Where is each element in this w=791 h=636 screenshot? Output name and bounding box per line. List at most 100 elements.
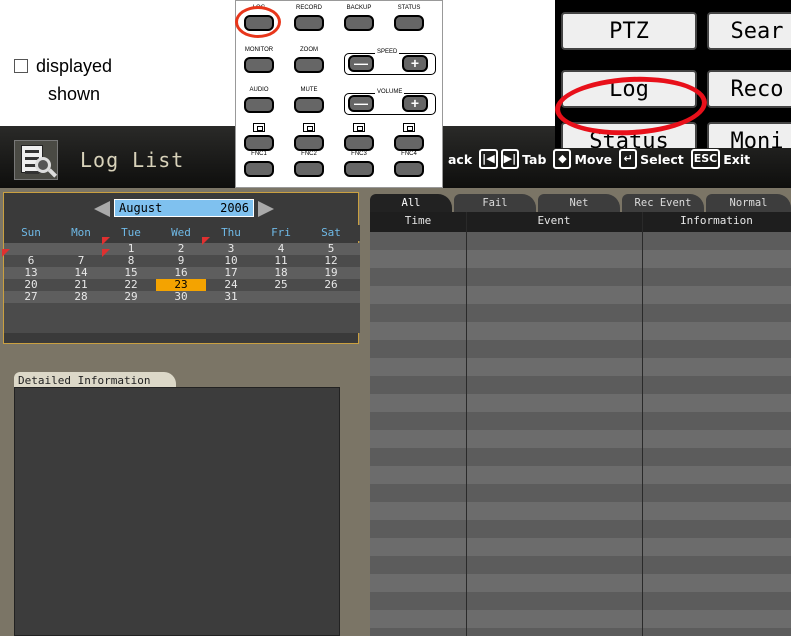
menu-sear-button[interactable]: Sear — [707, 12, 791, 50]
remote-split-button[interactable] — [394, 135, 424, 151]
speed-group-minus-button[interactable]: — — [348, 55, 374, 72]
remote-audio-button[interactable] — [244, 97, 274, 113]
month-year-selector[interactable]: August 2006 — [114, 199, 254, 217]
weekday-label: Sun — [21, 226, 41, 239]
volume-group-minus-button[interactable]: — — [348, 95, 374, 112]
remote-fnc1-button[interactable] — [244, 161, 274, 177]
table-row[interactable] — [370, 430, 791, 448]
table-row[interactable] — [370, 340, 791, 358]
prev-tab-key-icon: |◀ — [479, 149, 498, 169]
table-row[interactable] — [370, 520, 791, 538]
log-search-icon — [14, 140, 58, 180]
menu-moni-button[interactable]: Moni — [707, 122, 791, 148]
tab-net[interactable]: Net — [538, 194, 620, 212]
remote-status-button[interactable] — [394, 15, 424, 31]
table-row[interactable] — [370, 394, 791, 412]
note-line-1: displayed — [36, 56, 113, 76]
calendar-day[interactable]: 30 — [156, 291, 206, 303]
tab-fail[interactable]: Fail — [454, 194, 536, 212]
remote-label: FNC3 — [351, 151, 367, 157]
calendar-day — [256, 291, 306, 303]
table-row[interactable] — [370, 556, 791, 574]
doc-note: displayed shown — [14, 52, 112, 108]
weekday-label: Thu — [221, 226, 241, 239]
calendar-day[interactable]: 27 — [6, 291, 56, 303]
table-row[interactable] — [370, 466, 791, 484]
table-row[interactable] — [370, 412, 791, 430]
detailed-information-panel — [14, 387, 340, 636]
calendar: August 2006 Sun Mon Tue Wed Thu Fri Sat 123456… — [2, 192, 360, 344]
column-divider — [466, 212, 467, 636]
hint-select-label: Select — [640, 151, 684, 167]
column-divider — [642, 212, 643, 636]
remote-label: MUTE — [300, 87, 318, 93]
tab-normal[interactable]: Normal — [706, 194, 791, 212]
weekday-label: Tue — [121, 226, 141, 239]
column-header-time: Time — [404, 214, 432, 227]
move-key-icon: ◆ — [553, 149, 572, 169]
calendar-day[interactable]: 29 — [106, 291, 156, 303]
remote-split-button[interactable] — [294, 135, 324, 151]
screen-split-icon — [253, 123, 265, 132]
hint-tab-label: Tab — [522, 151, 547, 167]
remote-label: RECORD — [295, 5, 322, 11]
speed-group-label: SPEED — [375, 49, 400, 55]
remote-fnc3-button[interactable] — [344, 161, 374, 177]
menu-reco-button[interactable]: Reco — [707, 70, 791, 108]
remote-label: FNC4 — [401, 151, 417, 157]
table-row[interactable] — [370, 358, 791, 376]
table-row[interactable] — [370, 484, 791, 502]
column-header-event: Event — [537, 214, 571, 227]
volume-group-plus-button[interactable]: + — [402, 95, 428, 112]
tab-rec-event[interactable]: Rec Event — [622, 194, 704, 212]
table-row[interactable] — [370, 448, 791, 466]
remote-mute-button[interactable] — [294, 97, 324, 113]
select-key-icon: ↵ — [619, 149, 638, 169]
log-filter-tabs: All Fail Net Rec Event Normal — [370, 194, 791, 212]
year-label: 2006 — [220, 201, 249, 215]
note-line-2: shown — [48, 84, 101, 104]
remote-label: MONITOR — [244, 47, 274, 53]
remote-record-button[interactable] — [294, 15, 324, 31]
table-row[interactable] — [370, 628, 791, 636]
weekday-label: Sat — [321, 226, 341, 239]
calendar-day[interactable]: 28 — [56, 291, 106, 303]
calendar-day[interactable]: 25 — [256, 279, 306, 291]
table-row[interactable] — [370, 592, 791, 610]
hint-back-label: ack — [448, 151, 473, 167]
table-row[interactable] — [370, 232, 791, 250]
table-row[interactable] — [370, 574, 791, 592]
calendar-week-row — [4, 303, 360, 333]
table-row[interactable] — [370, 304, 791, 322]
remote-zoom-button[interactable] — [294, 57, 324, 73]
calendar-day[interactable]: 31 — [206, 291, 256, 303]
remote-label: FNC2 — [301, 151, 317, 157]
remote-fnc2-button[interactable] — [294, 161, 324, 177]
hint-exit-label: Exit — [723, 151, 751, 167]
table-row[interactable] — [370, 286, 791, 304]
table-row[interactable] — [370, 268, 791, 286]
remote-label: ZOOM — [300, 47, 318, 53]
key-hints: ack |◀ ▶| Tab ◆ Move ↵ Select ESC Exit — [448, 148, 750, 170]
table-row[interactable] — [370, 610, 791, 628]
table-row[interactable] — [370, 538, 791, 556]
prev-month-icon[interactable] — [94, 201, 110, 217]
table-row[interactable] — [370, 322, 791, 340]
hint-move-label: Move — [574, 151, 613, 167]
remote-backup-button[interactable] — [344, 15, 374, 31]
screen-split-icon — [353, 123, 365, 132]
next-month-icon[interactable] — [258, 201, 274, 217]
remote-fnc4-button[interactable] — [394, 161, 424, 177]
tab-all[interactable]: All — [370, 194, 452, 212]
calendar-day — [306, 291, 356, 303]
table-row[interactable] — [370, 376, 791, 394]
window-title: Log List — [80, 148, 185, 172]
calendar-day[interactable]: 26 — [306, 279, 356, 291]
remote-split-button[interactable] — [244, 135, 274, 151]
menu-ptz-button[interactable]: PTZ — [561, 12, 697, 50]
remote-monitor-button[interactable] — [244, 57, 274, 73]
table-row[interactable] — [370, 502, 791, 520]
remote-split-button[interactable] — [344, 135, 374, 151]
speed-group-plus-button[interactable]: + — [402, 55, 428, 72]
table-row[interactable] — [370, 250, 791, 268]
